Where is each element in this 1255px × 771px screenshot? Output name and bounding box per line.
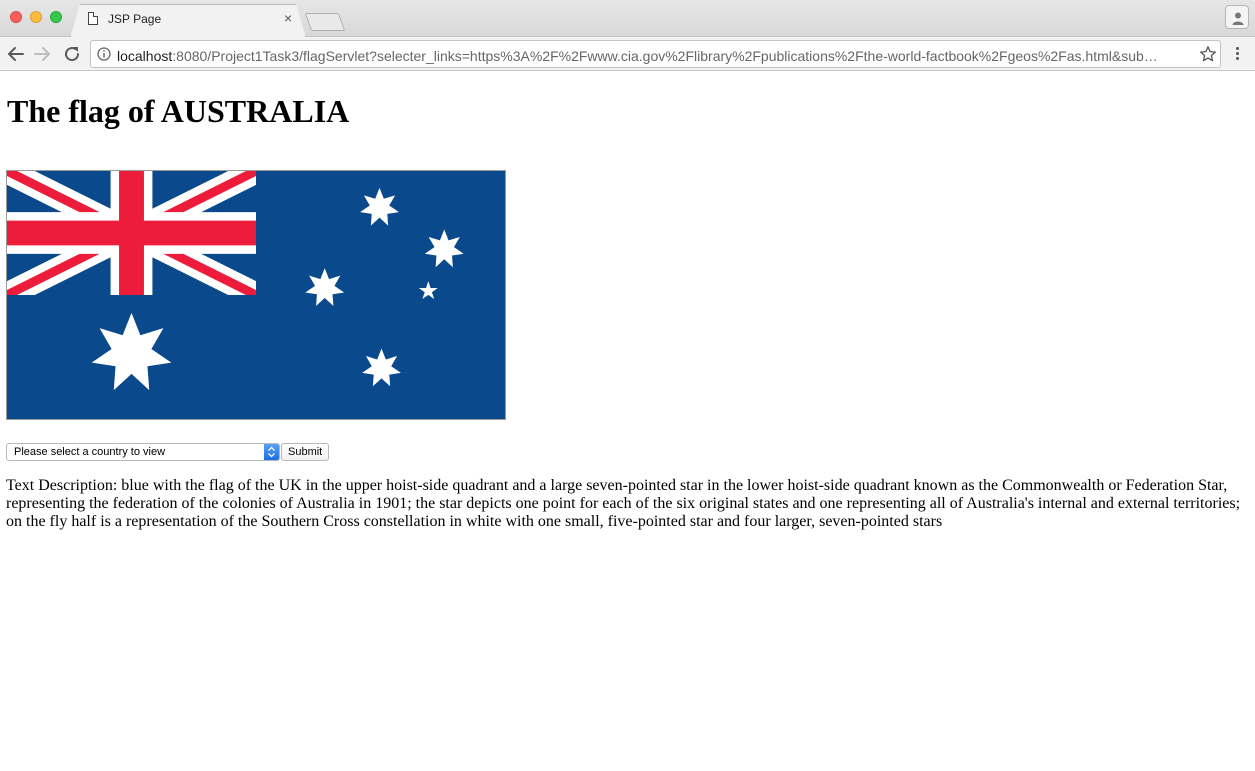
page-title: The flag of AUSTRALIA — [7, 93, 350, 129]
back-icon[interactable] — [4, 42, 28, 66]
url-text[interactable]: localhost:8080/Project1Task3/flagServlet… — [117, 47, 1195, 65]
profile-button[interactable] — [1225, 5, 1249, 29]
zoom-window-button[interactable] — [50, 11, 62, 23]
menu-icon[interactable] — [1231, 45, 1243, 63]
minimize-window-button[interactable] — [30, 11, 42, 23]
tab-title[interactable]: JSP Page — [108, 12, 161, 26]
browser-tab[interactable] — [70, 4, 306, 38]
submit-button[interactable]: Submit — [281, 443, 330, 461]
bookmark-star-icon[interactable] — [1199, 45, 1217, 63]
close-window-button[interactable] — [10, 11, 22, 23]
tab-close-icon[interactable]: × — [284, 10, 292, 26]
address-bar[interactable]: localhost:8080/Project1Task3/flagServlet… — [90, 40, 1221, 68]
country-select-value: Please select a country to view — [14, 446, 166, 458]
australia-flag-image — [6, 170, 506, 420]
url-path: :8080/Project1Task3/flagServlet?selecter… — [172, 48, 1158, 64]
page-content: The flag of AUSTRALIA Please select a co… — [0, 72, 1255, 771]
flag-description: Text Description: blue with the flag of … — [6, 477, 1241, 530]
url-host: localhost — [117, 48, 173, 64]
forward-icon[interactable] — [30, 42, 54, 66]
country-select[interactable]: Please select a country to view — [6, 443, 280, 461]
select-arrows-icon[interactable] — [264, 444, 279, 460]
browser-titlebar: JSP Page × — [0, 0, 1255, 37]
info-icon[interactable] — [97, 47, 111, 61]
document-icon — [88, 12, 98, 25]
browser-toolbar: localhost:8080/Project1Task3/flagServlet… — [0, 37, 1255, 71]
new-tab-button[interactable] — [304, 13, 346, 31]
reload-icon[interactable] — [60, 42, 84, 66]
profile-icon — [1232, 12, 1244, 25]
